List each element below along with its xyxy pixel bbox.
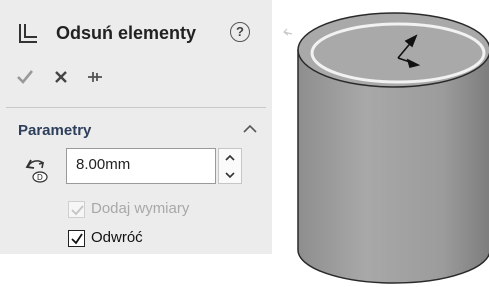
close-icon [55,71,67,83]
panel-header: Odsuń elementy ? [0,0,272,58]
cancel-button[interactable] [50,66,72,88]
distance-icon: D [25,156,51,184]
reverse-label: Odwróć [91,229,143,246]
ok-button[interactable] [14,66,36,88]
check-icon [17,70,34,84]
section-title: Parametry [18,122,92,139]
chevron-up-icon[interactable] [242,122,258,134]
pin-button[interactable] [84,66,106,88]
help-icon[interactable]: ? [230,22,250,42]
distance-input[interactable]: 8.00mm [66,148,216,184]
add-dimensions-label: Dodaj wymiary [91,200,190,217]
add-dimensions-checkbox[interactable] [68,201,85,218]
svg-text:D: D [37,173,43,182]
offset-feature-icon [18,22,38,44]
divider [6,107,266,108]
pin-icon [88,72,102,82]
property-manager-panel: Odsuń elementy ? Parametry D 8.00mm Doda… [0,0,272,254]
distance-spinner[interactable] [218,148,242,184]
chevron-down-icon[interactable] [219,166,241,183]
parameters-section-header[interactable]: Parametry [0,114,272,144]
arrow-hint-icon [283,28,293,36]
chevron-up-icon[interactable] [219,149,241,166]
page-title: Odsuń elementy [56,23,197,43]
reverse-checkbox[interactable] [68,230,85,247]
